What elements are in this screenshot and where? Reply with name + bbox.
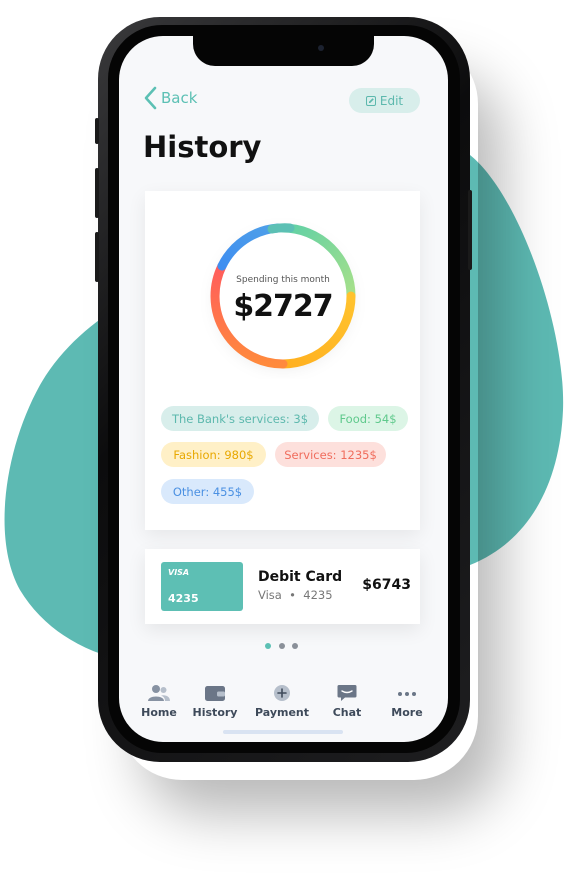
spending-label: Spending this month: [236, 275, 330, 285]
camera-icon: [318, 45, 324, 51]
spending-total: $2727: [233, 289, 333, 324]
tag-fashion[interactable]: Fashion: 980$: [161, 442, 266, 467]
edit-label: Edit: [379, 93, 404, 108]
back-label: Back: [161, 89, 198, 107]
spending-card: Spending this month $2727 The Bank's ser…: [145, 191, 420, 530]
page-dot-2[interactable]: [279, 643, 285, 649]
plus-circle-icon: [274, 685, 290, 701]
chevron-left-icon: [144, 86, 157, 110]
power-button: [468, 190, 472, 270]
screen: Back Edit History Spending this month $2…: [119, 36, 448, 742]
nav-label: More: [391, 706, 423, 719]
card-network: Visa: [258, 588, 282, 602]
more-dots-icon: [398, 692, 416, 696]
volume-down-button: [95, 232, 99, 282]
debit-card-title: Debit Card: [258, 569, 343, 585]
separator-dot: •: [285, 588, 300, 602]
notch: [193, 36, 374, 66]
nav-label: Payment: [254, 706, 310, 719]
nav-label: History: [192, 706, 238, 719]
debit-card-row[interactable]: VISA 4235 Debit Card Visa • 4235 $6743: [145, 549, 420, 624]
card-number: 4235: [168, 592, 199, 605]
tag-food[interactable]: Food: 54$: [328, 406, 408, 431]
card-thumbnail: VISA 4235: [161, 562, 243, 611]
chat-icon: [337, 685, 357, 701]
tag-bank-services[interactable]: The Bank's services: 3$: [161, 406, 319, 431]
debit-card-amount: $6743: [362, 577, 411, 593]
page-dot-1[interactable]: [265, 643, 271, 649]
donut-segment-bank: [267, 223, 295, 234]
users-icon: [148, 685, 170, 701]
tag-services[interactable]: Services: 1235$: [275, 442, 386, 467]
page-title: History: [143, 130, 262, 164]
nav-more[interactable]: More: [374, 684, 440, 719]
pencil-icon: [365, 95, 376, 106]
nav-label: Home: [141, 706, 177, 719]
card-last-digits: 4235: [303, 588, 333, 602]
mute-switch: [95, 118, 99, 144]
card-brand: VISA: [168, 568, 190, 577]
back-button[interactable]: Back: [143, 86, 197, 110]
volume-up-button: [95, 168, 99, 218]
wallet-icon: [205, 686, 225, 701]
tag-other[interactable]: Other: 455$: [161, 479, 254, 504]
nav-history[interactable]: History: [182, 684, 248, 719]
nav-payment[interactable]: Payment: [249, 684, 315, 719]
edit-button[interactable]: Edit: [349, 88, 420, 113]
debit-card-subtitle: Visa • 4235: [258, 588, 333, 602]
page-dot-3[interactable]: [292, 643, 298, 649]
nav-label: Chat: [332, 706, 362, 719]
home-indicator: [223, 730, 343, 734]
nav-chat[interactable]: Chat: [314, 684, 380, 719]
stage: Back Edit History Spending this month $2…: [0, 0, 567, 874]
